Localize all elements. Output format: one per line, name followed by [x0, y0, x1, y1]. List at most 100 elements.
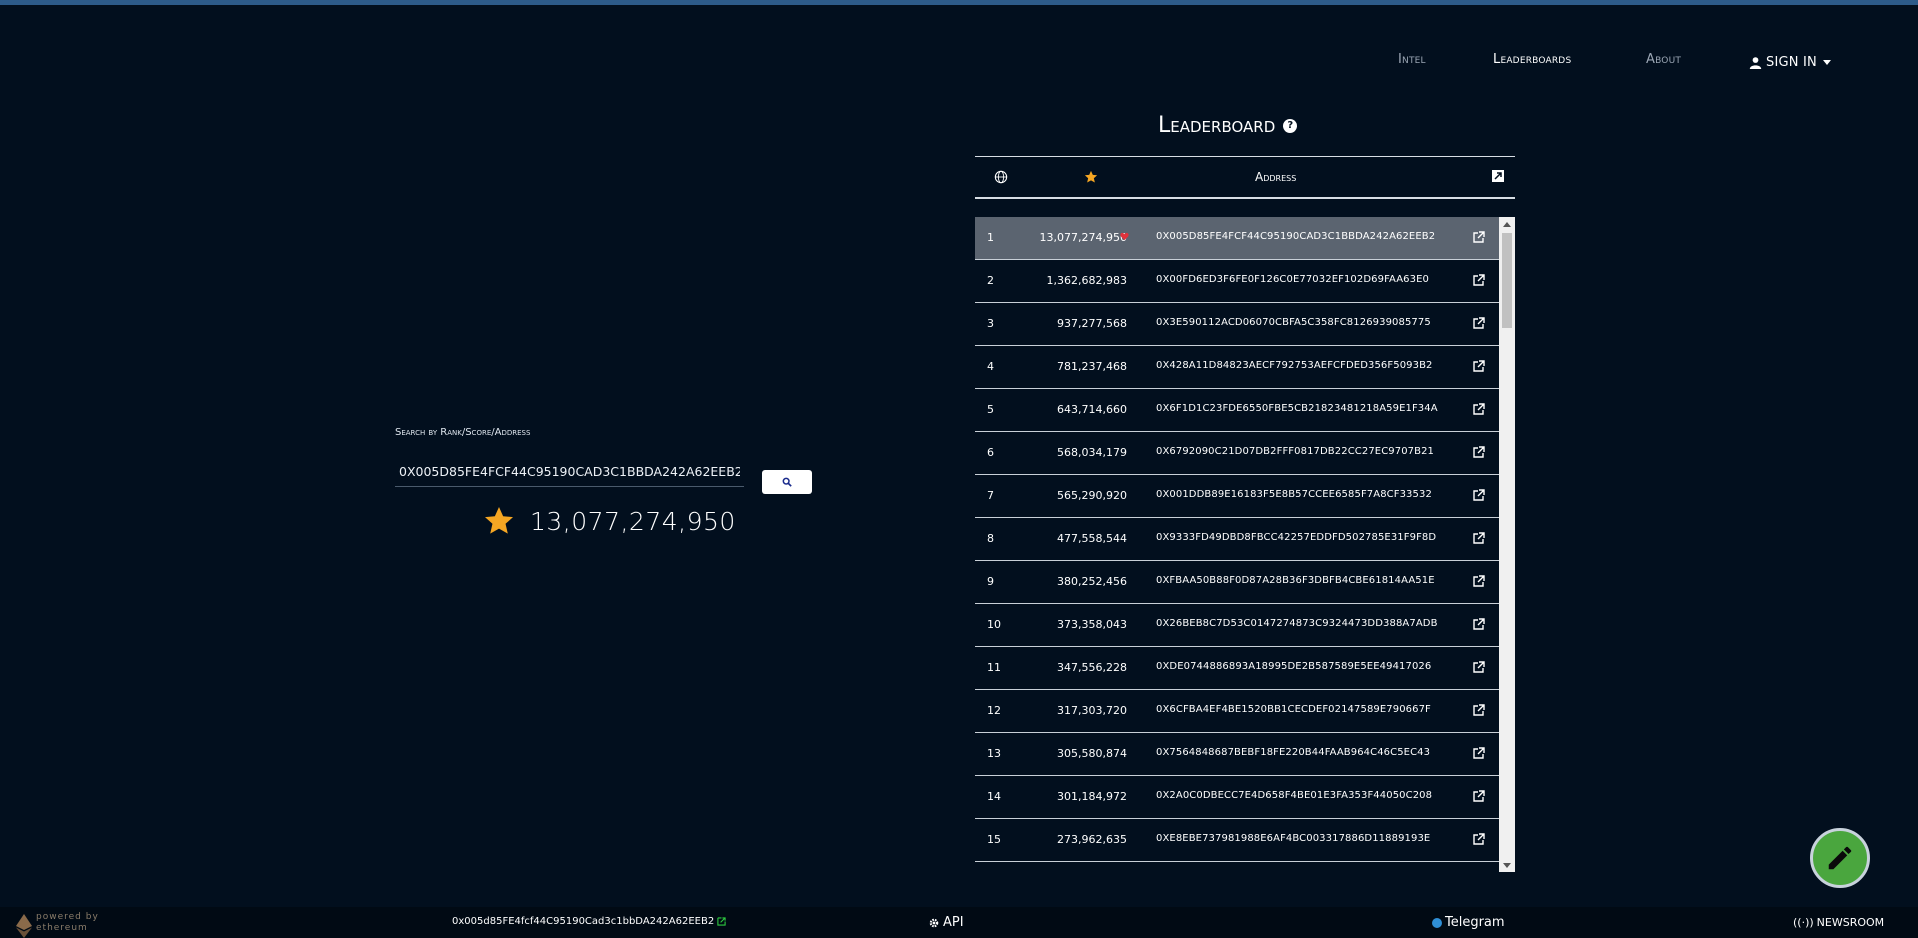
external-link-icon[interactable]: [1472, 618, 1485, 631]
address-cell: 0X9333FD49DBD8FBCC42257EDDFD502785E31F9F…: [1156, 532, 1437, 543]
external-link-icon[interactable]: [1472, 833, 1485, 846]
score-cell: 347,556,228: [1057, 661, 1127, 674]
powered-by-text: powered by: [36, 912, 99, 922]
table-row[interactable]: 7 565,290,920 0X001DDB89E16183F5E8B57CCEE6…: [975, 475, 1499, 518]
table-row[interactable]: 2 1,362,682,983 0X00FD6ED3F6FE0F126C0E7703…: [975, 260, 1499, 303]
address-column-header[interactable]: Address: [1255, 170, 1296, 184]
table-row[interactable]: 10 373,358,043 0X26BEB8C7D53C0147274873C93…: [975, 604, 1499, 647]
score-value: 13,077,274,950: [530, 507, 736, 536]
telegram-link[interactable]: Telegram: [1432, 915, 1505, 930]
leaderboard-table[interactable]: 1 13,077,274,950 0X005D85FE4FCF44C95190CAD…: [975, 217, 1515, 872]
rank-cell: 14: [987, 790, 1001, 803]
rank-cell: 1: [987, 231, 994, 244]
telegram-icon: [1432, 917, 1442, 928]
external-link-icon[interactable]: [1472, 704, 1485, 717]
table-row[interactable]: 11 347,556,228 0XDE0744886893A18995DE2B587…: [975, 647, 1499, 690]
table-row[interactable]: 13 305,580,874 0X7564848687BEBF18FE220B44F…: [975, 733, 1499, 776]
address-cell: 0X005D85FE4FCF44C95190CAD3C1BBDA242A62EE…: [1156, 231, 1436, 242]
table-row[interactable]: 15 273,962,635 0XE8EBE737981988E6AF4BC0033…: [975, 819, 1499, 862]
external-link-icon[interactable]: [1472, 231, 1485, 244]
scroll-down-button[interactable]: [1499, 858, 1515, 872]
sign-in-label: SIGN IN: [1766, 54, 1817, 70]
rank-cell: 8: [987, 532, 994, 545]
api-label: API: [943, 915, 964, 930]
rank-cell: 2: [987, 274, 994, 287]
rank-cell: 12: [987, 704, 1001, 717]
top-accent-bar: [0, 0, 1918, 5]
search-label: Search by Rank/Score/Address: [395, 427, 531, 438]
external-link-icon[interactable]: [1472, 317, 1485, 330]
external-link-icon[interactable]: [1472, 532, 1485, 545]
address-cell: 0X6CFBA4EF4BE1520BB1CECDEF02147589E79066…: [1156, 704, 1431, 715]
external-link-icon[interactable]: [1472, 747, 1485, 760]
scroll-thumb[interactable]: [1502, 233, 1512, 328]
edit-button[interactable]: [1810, 828, 1870, 888]
gear-icon: [929, 918, 939, 927]
table-row[interactable]: 6 568,034,179 0X6792090C21D07DB2FFF0817DB2…: [975, 432, 1499, 475]
table-row[interactable]: 4 781,237,468 0X428A11D84823AECF792753AEFC…: [975, 346, 1499, 389]
address-cell: 0X6F1D1C23FDE6550FBE5CB21823481218A59E1F…: [1156, 403, 1438, 414]
rank-cell: 15: [987, 833, 1001, 846]
score-cell: 937,277,568: [1057, 317, 1127, 330]
score-cell: 380,252,456: [1057, 575, 1127, 588]
nav-leaderboards-link[interactable]: Leaderboards: [1493, 52, 1571, 72]
external-link-icon[interactable]: [1472, 446, 1485, 459]
scroll-up-button[interactable]: [1499, 217, 1515, 231]
search-button[interactable]: [762, 470, 812, 494]
table-row[interactable]: 5 643,714,660 0X6F1D1C23FDE6550FBE5CB21823…: [975, 389, 1499, 432]
search-icon: [782, 477, 792, 487]
score-cell: 643,714,660: [1057, 403, 1127, 416]
external-link-icon[interactable]: [1472, 403, 1485, 416]
external-link-icon[interactable]: [1472, 575, 1485, 588]
address-cell: 0X6792090C21D07DB2FFF0817DB22CC27EC9707B…: [1156, 446, 1435, 457]
table-row[interactable]: 12 317,303,720 0X6CFBA4EF4BE1520BB1CECDEF0…: [975, 690, 1499, 733]
powered-by-ethereum: powered by ethereum: [36, 912, 99, 934]
ethereum-text: ethereum: [36, 923, 88, 933]
star-icon: [485, 507, 513, 534]
address-cell: 0XE8EBE737981988E6AF4BC003317886D1188919…: [1156, 833, 1431, 844]
address-cell: 0X001DDB89E16183F5E8B57CCEE6585F7A8CF335…: [1156, 489, 1432, 500]
external-link-icon[interactable]: [1472, 489, 1485, 502]
newsroom-link[interactable]: ((·)) NEWSROOM: [1793, 916, 1884, 929]
address-cell: 0XFBAA50B88F0D87A28B36F3DBFB4CBE61814AA5…: [1156, 575, 1435, 586]
score-cell: 781,237,468: [1057, 360, 1127, 373]
address-cell: 0X2A0C0DBECC7E4D658F4BE01E3FA353F44050C2…: [1156, 790, 1433, 801]
score-cell: 1,362,682,983: [1046, 274, 1127, 287]
nav-intel-link[interactable]: Intel: [1398, 52, 1426, 72]
scrollbar[interactable]: [1499, 217, 1515, 872]
help-icon[interactable]: ?: [1283, 118, 1298, 133]
score-cell: 317,303,720: [1057, 704, 1127, 717]
external-link-icon[interactable]: [1472, 790, 1485, 803]
rank-cell: 7: [987, 489, 994, 502]
api-link[interactable]: API: [928, 915, 964, 930]
table-row[interactable]: 8 477,558,544 0X9333FD49DBD8FBCC42257EDDFD…: [975, 518, 1499, 561]
external-link-icon: [1492, 170, 1504, 182]
external-link-icon[interactable]: [1472, 274, 1485, 287]
leaderboard-title-text: Leaderboard: [1158, 113, 1276, 138]
score-cell: 273,962,635: [1057, 833, 1127, 846]
leaderboard-title: Leaderboard ?: [1158, 113, 1298, 138]
star-icon[interactable]: [1084, 170, 1098, 184]
rank-cell: 6: [987, 446, 994, 459]
address-cell: 0X428A11D84823AECF792753AEFCFDED356F5093…: [1156, 360, 1433, 371]
table-row[interactable]: 3 937,277,568 0X3E590112ACD06070CBFA5C358F…: [975, 303, 1499, 346]
footer-address-text: 0x005d85FE4fcf44C95190Cad3c1bbDA242A62EE…: [452, 916, 715, 927]
globe-icon[interactable]: [994, 170, 1008, 184]
footer-address-link[interactable]: 0x005d85FE4fcf44C95190Cad3c1bbDA242A62EE…: [452, 916, 726, 927]
rank-cell: 11: [987, 661, 1001, 674]
score-cell: 568,034,179: [1057, 446, 1127, 459]
external-link-icon[interactable]: [1472, 360, 1485, 373]
rank-cell: 4: [987, 360, 994, 373]
table-row[interactable]: 14 301,184,972 0X2A0C0DBECC7E4D658F4BE01E3…: [975, 776, 1499, 819]
broadcast-icon: ((·)): [1793, 916, 1814, 929]
external-link-icon[interactable]: [1472, 661, 1485, 674]
search-input[interactable]: [395, 457, 744, 487]
ethereum-logo-icon: [16, 914, 32, 938]
table-row[interactable]: 1 13,077,274,950 0X005D85FE4FCF44C95190CAD…: [975, 217, 1499, 260]
rank-cell: 5: [987, 403, 994, 416]
sign-in-dropdown[interactable]: SIGN IN: [1749, 52, 1831, 72]
table-row[interactable]: 9 380,252,456 0XFBAA50B88F0D87A28B36F3DBFB…: [975, 561, 1499, 604]
nav-about-link[interactable]: About: [1646, 52, 1681, 72]
score-cell: 301,184,972: [1057, 790, 1127, 803]
pencil-icon: [1828, 846, 1852, 870]
